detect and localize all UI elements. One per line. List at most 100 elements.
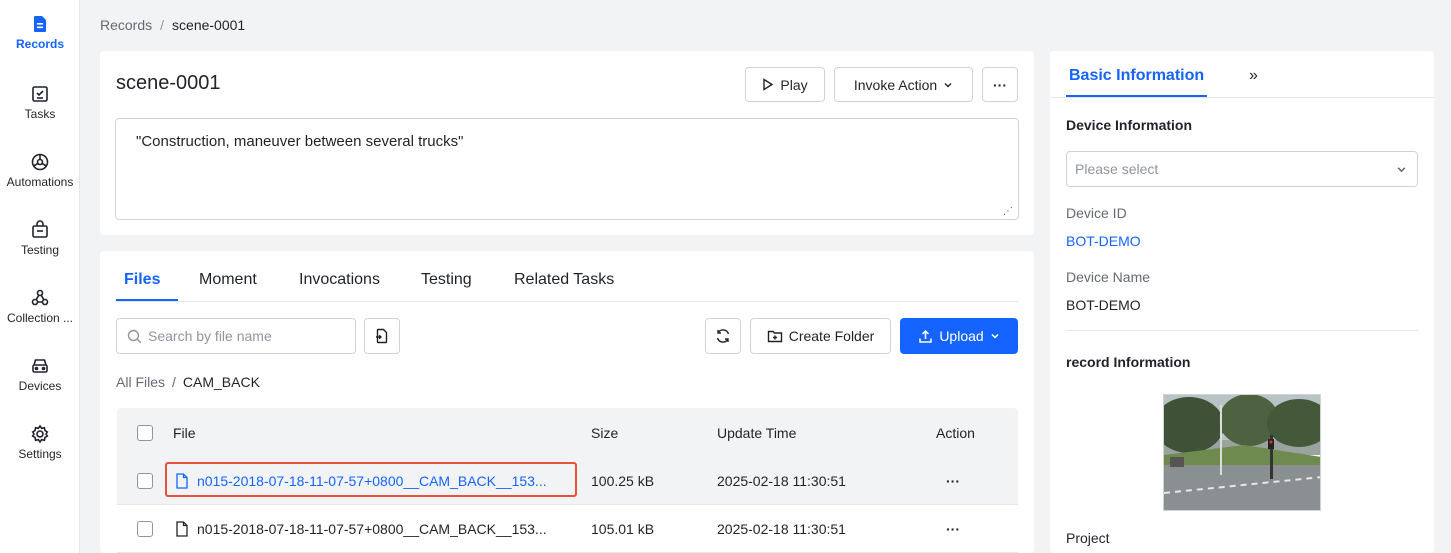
nav-testing-label: Testing: [20, 243, 60, 257]
nav-records[interactable]: Records: [0, 14, 80, 74]
files-table: File Size Update Time Action n015-2018-0…: [117, 408, 1018, 553]
table-row[interactable]: n015-2018-07-18-11-07-57+0800__CAM_BACK_…: [117, 457, 1018, 505]
tab-basic-information[interactable]: Basic Information: [1069, 67, 1204, 85]
panel-tabs-divider: [1050, 97, 1434, 98]
testing-icon: [32, 220, 48, 238]
tasks-icon: [32, 86, 48, 102]
tab-invocations[interactable]: Invocations: [299, 271, 380, 289]
nav-collection-label: Collection ...: [6, 311, 74, 325]
invoke-action-button[interactable]: Invoke Action: [834, 67, 973, 102]
chevron-down-icon: [991, 333, 999, 339]
file-name-cell: n015-2018-07-18-11-07-57+0800__CAM_BACK_…: [175, 505, 547, 552]
page-title: scene-0001: [116, 72, 221, 94]
chevron-down-icon: [1397, 166, 1406, 172]
camera-thumbnail-image: [1164, 395, 1320, 510]
row-more-button[interactable]: ···: [946, 505, 960, 552]
nav-settings-label: Settings: [18, 447, 62, 461]
breadcrumb-records[interactable]: Records: [100, 17, 152, 33]
device-name-value: BOT-DEMO: [1066, 297, 1141, 313]
automations-icon: [31, 153, 49, 171]
row-more-button[interactable]: ···: [946, 457, 960, 504]
tab-related-tasks[interactable]: Related Tasks: [514, 271, 614, 289]
description-textarea[interactable]: "Construction, maneuver between several …: [115, 118, 1019, 220]
play-button[interactable]: Play: [745, 67, 825, 102]
invoke-action-label: Invoke Action: [853, 76, 938, 93]
row-checkbox-cell: [137, 457, 153, 504]
row-checkbox[interactable]: [137, 472, 153, 489]
create-folder-label: Create Folder: [788, 328, 875, 344]
tabs-divider: [116, 301, 1018, 302]
breadcrumb-separator: /: [160, 17, 165, 33]
breadcrumb: Records / scene-0001: [100, 17, 245, 33]
column-action: Action: [936, 424, 975, 441]
upload-icon: [919, 329, 933, 343]
search-input[interactable]: [148, 328, 348, 344]
record-thumbnail[interactable]: [1163, 394, 1321, 511]
devices-icon: [32, 359, 48, 373]
files-crumb-root[interactable]: All Files: [116, 374, 165, 390]
tab-testing[interactable]: Testing: [421, 271, 472, 289]
create-folder-button[interactable]: Create Folder: [750, 318, 891, 354]
device-id-link[interactable]: BOT-DEMO: [1066, 233, 1141, 249]
upload-button[interactable]: Upload: [900, 318, 1018, 354]
file-icon: [176, 520, 188, 537]
record-information-heading: record Information: [1066, 354, 1191, 370]
select-all-checkbox[interactable]: [137, 424, 153, 441]
more-actions-button[interactable]: ···: [982, 67, 1018, 102]
file-size: 100.25 kB: [591, 472, 655, 489]
section-divider: [1066, 330, 1418, 331]
resize-handle-icon[interactable]: ⋰: [1003, 206, 1013, 217]
tab-files[interactable]: Files: [124, 271, 160, 289]
search-icon: [127, 329, 142, 343]
breadcrumb-current: scene-0001: [172, 17, 246, 33]
row-checkbox-cell: [137, 505, 153, 552]
nav-tasks[interactable]: Tasks: [0, 84, 80, 144]
chevron-down-icon: [944, 82, 952, 87]
file-update-time: 2025-02-18 11:30:51: [717, 472, 846, 489]
collapse-panel-icon[interactable]: »: [1249, 67, 1258, 85]
nav-devices[interactable]: Devices: [0, 356, 80, 416]
sidebar: Records Tasks Automations Testing Collec…: [0, 0, 80, 553]
more-icon: ···: [993, 76, 1007, 93]
column-update-time[interactable]: Update Time: [717, 408, 796, 457]
file-update-time: 2025-02-18 11:30:51: [717, 520, 846, 537]
project-label: Project: [1066, 530, 1110, 546]
details-panel: Basic Information » Device Information P…: [1050, 51, 1434, 553]
refresh-button[interactable]: [705, 318, 741, 354]
select-all-cell: [137, 408, 153, 457]
nav-testing[interactable]: Testing: [0, 220, 80, 280]
table-row[interactable]: n015-2018-07-18-11-07-57+0800__CAM_BACK_…: [117, 505, 1018, 553]
nav-automations[interactable]: Automations: [0, 152, 80, 212]
upload-label: Upload: [939, 328, 984, 344]
file-name-link[interactable]: n015-2018-07-18-11-07-57+0800__CAM_BACK_…: [197, 473, 547, 489]
file-size: 105.01 kB: [591, 520, 655, 537]
file-icon: [176, 472, 188, 489]
files-crumb-current: CAM_BACK: [182, 374, 260, 390]
row-checkbox[interactable]: [137, 520, 153, 537]
active-tab-indicator: [116, 299, 178, 301]
file-import-icon: [376, 328, 388, 344]
nav-collection[interactable]: Collection ...: [0, 288, 80, 348]
settings-icon: [31, 424, 49, 444]
file-name-link[interactable]: n015-2018-07-18-11-07-57+0800__CAM_BACK_…: [197, 521, 547, 537]
files-breadcrumb: All Files / CAM_BACK: [116, 374, 260, 390]
column-size[interactable]: Size: [591, 408, 618, 457]
device-name-label: Device Name: [1066, 269, 1151, 285]
column-file: File: [173, 424, 196, 441]
files-crumb-separator: /: [172, 374, 176, 390]
import-file-button[interactable]: [364, 318, 400, 354]
description-text: "Construction, maneuver between several …: [136, 133, 464, 150]
nav-automations-label: Automations: [6, 175, 74, 189]
nav-settings[interactable]: Settings: [0, 424, 80, 484]
device-information-heading: Device Information: [1066, 117, 1193, 133]
refresh-icon: [716, 329, 730, 343]
collection-icon: [31, 289, 49, 306]
file-search[interactable]: [116, 318, 356, 354]
nav-records-label: Records: [15, 37, 65, 51]
device-select[interactable]: Please select: [1066, 151, 1418, 187]
table-header: File Size Update Time Action: [117, 408, 1018, 457]
tab-moment[interactable]: Moment: [199, 271, 257, 289]
nav-tasks-label: Tasks: [24, 107, 56, 121]
file-name-cell: n015-2018-07-18-11-07-57+0800__CAM_BACK_…: [175, 457, 547, 504]
folder-add-icon: [767, 330, 782, 343]
